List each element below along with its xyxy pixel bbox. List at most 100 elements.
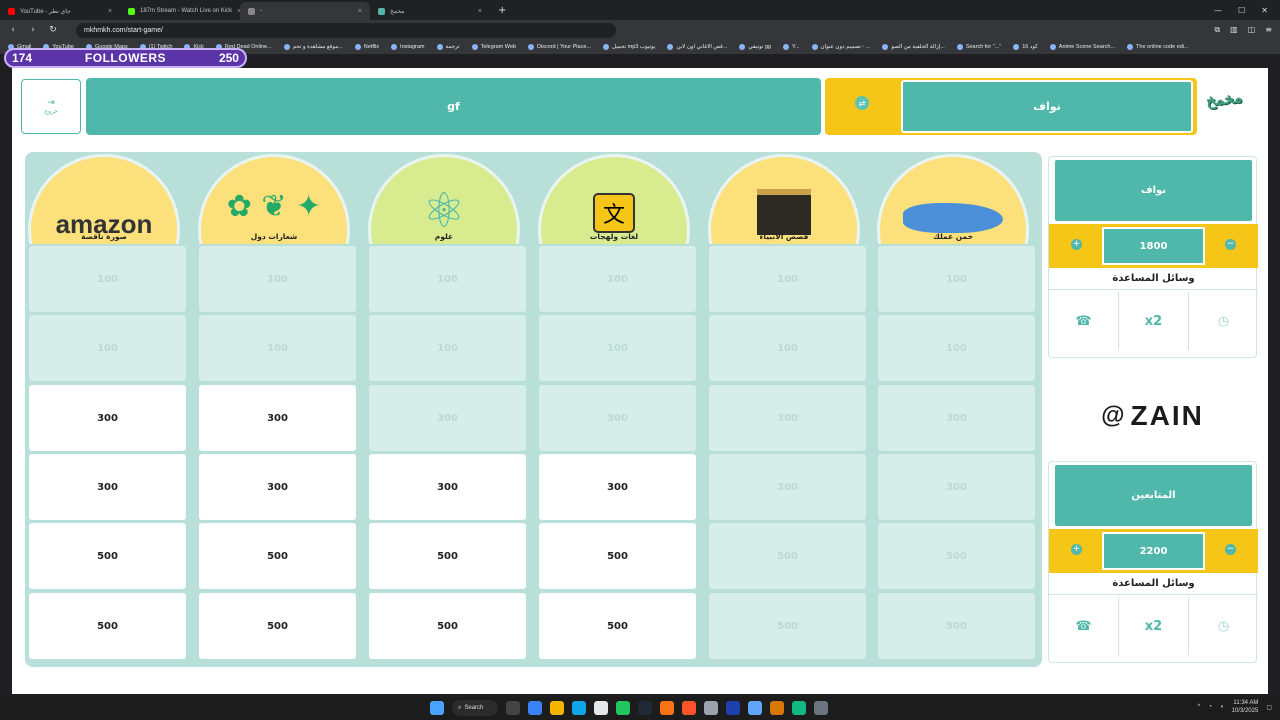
question-cell[interactable]: 500 [199, 593, 356, 659]
extensions-icon[interactable]: ⧉ [1214, 25, 1220, 35]
decrease-score-button[interactable]: − [1225, 544, 1236, 555]
increase-score-button[interactable]: + [1071, 544, 1082, 555]
bookmark-item[interactable]: Anime Scene Search... [1049, 44, 1115, 50]
back-icon[interactable]: ‹ [8, 25, 18, 35]
taskbar-app-icon[interactable] [550, 701, 564, 715]
site-logo: مخمخ [1205, 88, 1243, 110]
taskbar-app-icon[interactable] [814, 701, 828, 715]
increase-score-button[interactable]: + [1071, 239, 1082, 250]
bookmark-item[interactable]: كود 16 [1013, 44, 1038, 50]
wallet-icon[interactable]: ◫ [1248, 25, 1256, 35]
taskbar-app-icon[interactable] [594, 701, 608, 715]
bookmark-item[interactable]: تصميم دون عنوان - ... [811, 44, 870, 50]
question-cell[interactable]: 500 [29, 593, 186, 659]
category-header[interactable]: خمن عملك [874, 154, 1032, 244]
tab-close-icon[interactable]: × [108, 8, 112, 15]
tab-close-icon[interactable]: × [358, 8, 362, 15]
tab-close-icon[interactable]: × [478, 8, 482, 15]
followers-target: 250 [218, 51, 239, 65]
question-cell[interactable]: 500 [539, 523, 696, 589]
taskbar-app-icon[interactable] [682, 701, 696, 715]
bookmark-favicon-icon [354, 44, 361, 50]
reload-icon[interactable]: ↻ [48, 25, 58, 35]
question-cell[interactable]: 500 [199, 523, 356, 589]
taskbar-app-icon[interactable] [792, 701, 806, 715]
maximize-icon[interactable]: ☐ [1238, 6, 1245, 15]
bookmark-item[interactable]: The online code edi... [1127, 44, 1189, 50]
taskbar-app-icon[interactable] [572, 701, 586, 715]
decrease-score-button[interactable]: − [1225, 239, 1236, 250]
bookmark-item[interactable]: إزالة الخلفية من الصو... [882, 44, 945, 50]
timer-icon: ◷ [1217, 618, 1230, 634]
question-cell[interactable]: 300 [199, 454, 356, 520]
category-name: علوم [434, 232, 454, 241]
bookmark-item[interactable]: تحميل mp3 يوتيوب [602, 44, 655, 50]
question-cell[interactable]: 500 [539, 593, 696, 659]
current-turn-box: ⇄ نواف [825, 78, 1197, 135]
browser-tab[interactable]: مخمخ × [370, 2, 490, 20]
browser-tab[interactable]: - × [240, 2, 370, 20]
taskbar-search[interactable]: ⌕ Search [452, 700, 498, 716]
taskbar-app-icon[interactable] [748, 701, 762, 715]
taskbar-app-icon[interactable] [616, 701, 630, 715]
category-header[interactable]: amazon صورة ناقصة [25, 154, 183, 244]
bookmark-item[interactable]: قص الاغاني اون لاين... [667, 44, 727, 50]
question-cell[interactable]: 300 [29, 385, 186, 451]
taskbar-app-icon[interactable] [638, 701, 652, 715]
taskbar-app-icon[interactable] [528, 701, 542, 715]
exit-button[interactable]: ⇥ خروج [21, 79, 81, 134]
close-window-icon[interactable]: ✕ [1261, 6, 1268, 15]
browser-tab[interactable]: 187m Stream - Watch Live on Kick × [120, 2, 240, 20]
chevron-up-icon[interactable]: ^ [1198, 704, 1201, 710]
taskbar-app-icon[interactable] [704, 701, 718, 715]
bookmark-item[interactable]: Netflix [354, 44, 379, 50]
category-header[interactable]: 文 لغات ولهجات [535, 154, 693, 244]
bookmark-item[interactable]: توتيقي gg [739, 44, 771, 50]
volume-icon[interactable]: ◖ [1220, 704, 1224, 710]
question-cell[interactable]: 300 [199, 385, 356, 451]
url-field[interactable]: mkhmkh.com/start-game/ [76, 22, 616, 38]
bookmark-item[interactable]: Instagram [391, 44, 425, 50]
clock[interactable]: 11:34 AM 10/3/2025 [1232, 699, 1259, 715]
help-option[interactable]: ◷ [1189, 292, 1258, 350]
category-header[interactable]: قصص الانبياء [705, 154, 863, 244]
taskbar-app-icon[interactable] [506, 701, 520, 715]
question-cell[interactable]: 300 [29, 454, 186, 520]
bookmark-item[interactable]: موقع مشاهدة و تحم... [283, 44, 343, 50]
question-cell[interactable]: 500 [369, 523, 526, 589]
bookmark-item[interactable]: Search for "..." [956, 44, 1001, 50]
taskbar-app-icon[interactable] [726, 701, 740, 715]
taskbar-app-icon[interactable] [770, 701, 784, 715]
team-panel-2: المتابعين +2200 − وسائل المساعدة ☎ x2 ◷ [1048, 461, 1258, 663]
question-cell: 500 [878, 593, 1035, 659]
bookmark-item[interactable]: ترجمة [436, 44, 460, 50]
bookmark-item[interactable]: Y... [783, 44, 800, 50]
taskbar-app-icon[interactable] [660, 701, 674, 715]
question-cell[interactable]: 500 [29, 523, 186, 589]
help-option[interactable]: ◷ [1189, 597, 1258, 655]
menu-icon[interactable]: ≡ [1265, 25, 1272, 35]
notification-icon[interactable]: ▢ [1266, 704, 1272, 711]
new-tab-icon[interactable]: + [490, 5, 514, 16]
question-cell[interactable]: 500 [369, 593, 526, 659]
category-header[interactable]: ✿ ❦ ✦ شعارات دول [195, 154, 353, 244]
bookmark-label: توتيقي gg [748, 44, 771, 50]
bookmark-item[interactable]: Telegram Web [471, 44, 516, 50]
question-cell[interactable]: 300 [369, 454, 526, 520]
question-cell: 100 [878, 246, 1035, 312]
help-option[interactable]: ☎ [1049, 597, 1119, 655]
forward-icon[interactable]: › [28, 25, 38, 35]
question-cell[interactable]: 300 [539, 454, 696, 520]
switch-turn-icon[interactable]: ⇄ [855, 96, 869, 110]
bookmark-item[interactable]: Discord | Your Place... [527, 44, 591, 50]
wifi-icon[interactable]: ◔ [1208, 704, 1212, 710]
help-option[interactable]: x2 [1119, 597, 1189, 655]
start-icon[interactable] [430, 701, 444, 715]
help-option[interactable]: x2 [1119, 292, 1189, 350]
tab-title: 187m Stream - Watch Live on Kick [140, 8, 233, 14]
browser-tab[interactable]: YouTube - جاي نطر × [0, 2, 120, 20]
category-header[interactable]: ⚛ علوم [365, 154, 523, 244]
help-option[interactable]: ☎ [1049, 292, 1119, 350]
minimize-icon[interactable]: — [1214, 6, 1222, 15]
sidebar-icon[interactable]: ▥ [1230, 25, 1238, 35]
